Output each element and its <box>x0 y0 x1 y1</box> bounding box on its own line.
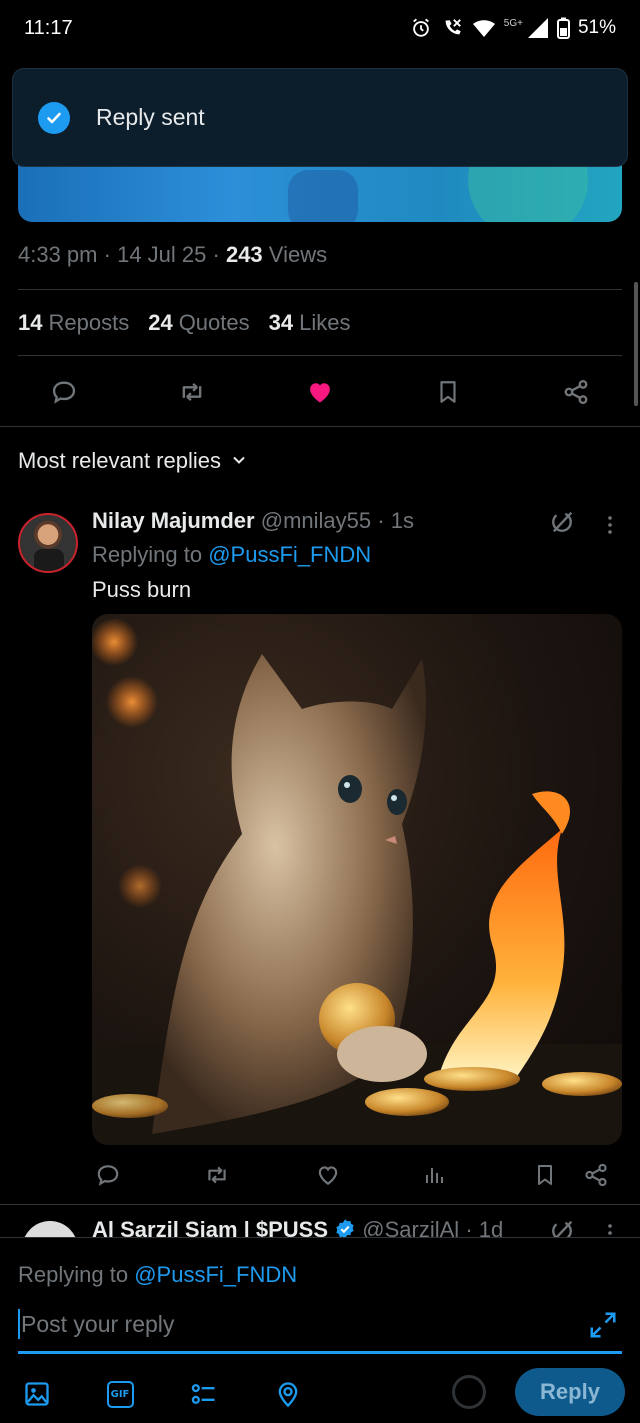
verified-badge-icon <box>334 1218 356 1237</box>
reply-icon[interactable] <box>92 1159 124 1191</box>
status-bar: 11:17 5G+ 51% <box>0 0 640 56</box>
text-caret <box>18 1309 20 1339</box>
reply-author-handle[interactable]: @mnilay55 <box>261 508 371 533</box>
more-options-icon[interactable] <box>598 1221 622 1237</box>
repost-icon[interactable] <box>201 1159 233 1191</box>
check-circle-icon <box>38 101 70 134</box>
reply-input[interactable]: Post your reply <box>18 1304 578 1344</box>
reply-header: Nilay Majumder @mnilay55 · 1s <box>92 508 414 533</box>
quotes-stat[interactable]: 24 Quotes <box>148 310 249 336</box>
status-icons: 5G+ 51% <box>410 17 616 39</box>
next-reply-author-handle[interactable]: @SarzilAl <box>362 1217 459 1237</box>
like-icon[interactable] <box>304 376 336 408</box>
toast-message: Reply sent <box>96 104 205 130</box>
reply-icon[interactable] <box>48 376 80 408</box>
wifi-icon <box>472 18 496 38</box>
character-count-ring <box>452 1375 486 1409</box>
sort-label: Most relevant replies <box>18 448 221 473</box>
divider <box>18 355 622 356</box>
battery-icon <box>556 17 570 39</box>
reposts-stat[interactable]: 14 Reposts <box>18 310 129 336</box>
reply-text: Puss burn <box>92 577 192 602</box>
bookmark-icon[interactable] <box>529 1159 561 1191</box>
views-icon[interactable] <box>418 1159 450 1191</box>
gif-icon[interactable]: GIF <box>104 1378 136 1410</box>
input-underline <box>18 1351 622 1354</box>
reply-author-name[interactable]: Nilay Majumder <box>92 508 255 533</box>
like-icon[interactable] <box>312 1159 344 1191</box>
battery-percent: 51% <box>577 17 616 38</box>
replying-to: Replying to @PussFi_FNDN <box>92 542 372 567</box>
views-label[interactable]: Views <box>269 242 327 267</box>
bookmark-icon[interactable] <box>432 376 464 408</box>
reply-sort-dropdown[interactable]: Most relevant replies <box>18 448 247 474</box>
divider <box>0 426 640 427</box>
location-icon[interactable] <box>272 1378 304 1410</box>
image-icon[interactable] <box>21 1378 53 1410</box>
expand-icon[interactable] <box>588 1310 618 1345</box>
status-time: 11:17 <box>24 16 73 39</box>
reply-action-bar <box>92 1157 622 1193</box>
replying-mention[interactable]: @PussFi_FNDN <box>208 542 371 567</box>
network-label: 5G+ <box>503 17 523 29</box>
views-count: 243 <box>225 242 263 267</box>
wifi-calling-icon <box>440 17 464 39</box>
more-options-icon[interactable] <box>598 513 622 542</box>
next-reply-time: 1d <box>478 1217 504 1237</box>
repost-icon[interactable] <box>176 376 208 408</box>
reply-time: 1s <box>390 508 414 533</box>
signal-icon <box>527 17 549 39</box>
alarm-icon <box>410 17 432 39</box>
composer-replying-mention[interactable]: @PussFi_FNDN <box>134 1262 297 1287</box>
composer-replying-to: Replying to @PussFi_FNDN <box>18 1262 298 1287</box>
next-reply-author-name[interactable]: Al Sarzil Siam | $PUSS <box>92 1217 328 1237</box>
tweet-stats: 14 Reposts 24 Quotes 34 Likes <box>18 310 350 336</box>
tweet-action-bar <box>0 370 640 414</box>
tweet-time: 4:33 pm <box>18 242 98 267</box>
tweet-meta: 4:33 pm · 14 Jul 25 · 243 Views <box>18 242 328 267</box>
scrollbar[interactable] <box>634 282 638 406</box>
next-reply-header: Al Sarzil Siam | $PUSS @SarzilAl · 1d <box>92 1217 503 1237</box>
divider <box>18 289 622 290</box>
share-icon[interactable] <box>560 376 592 408</box>
reply-input-placeholder: Post your reply <box>21 1310 175 1337</box>
likes-stat[interactable]: 34 Likes <box>269 310 351 336</box>
tweet-date: 14 Jul 25 <box>117 242 207 267</box>
avatar[interactable] <box>22 1221 78 1237</box>
share-icon[interactable] <box>580 1159 612 1191</box>
avatar[interactable] <box>18 513 78 573</box>
next-reply[interactable]: Al Sarzil Siam | $PUSS @SarzilAl · 1d <box>0 1205 640 1237</box>
poll-icon[interactable] <box>188 1378 220 1410</box>
chevron-down-icon <box>231 448 247 474</box>
grok-icon[interactable] <box>548 1217 576 1237</box>
grok-icon[interactable] <box>548 508 576 541</box>
reply-sent-toast: Reply sent <box>12 68 628 167</box>
reply-button[interactable]: Reply <box>515 1368 625 1416</box>
reply-image[interactable] <box>92 614 622 1145</box>
